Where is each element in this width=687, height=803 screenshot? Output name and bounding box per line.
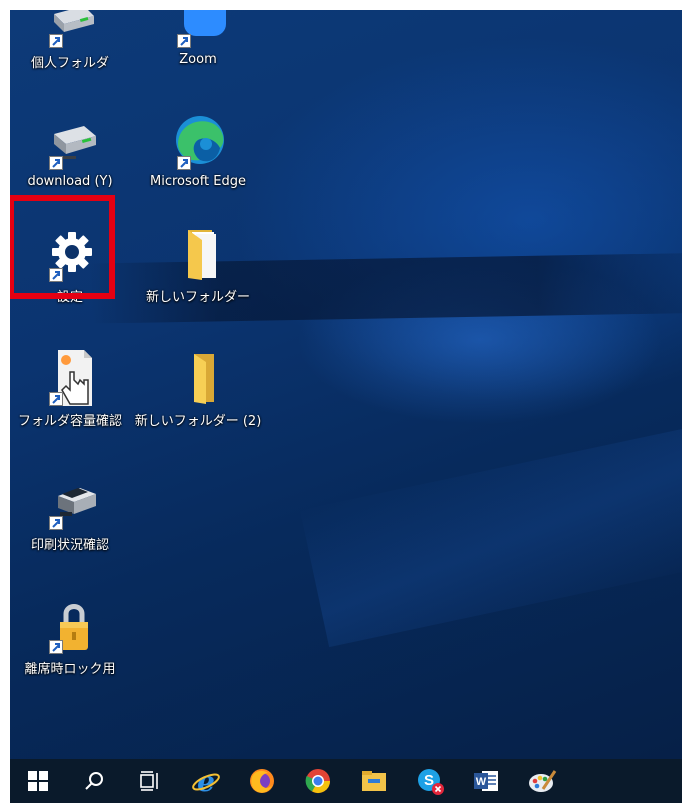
file-explorer-icon[interactable] <box>346 759 402 803</box>
drive-icon <box>40 10 100 48</box>
icon-label: download (Y) <box>27 174 113 189</box>
folder-icon <box>168 350 228 406</box>
highlight-box <box>10 195 115 299</box>
word-icon[interactable]: W <box>458 759 514 803</box>
desktop: 個人フォルダ Zoom download (Y) Microsoft Edge … <box>10 10 682 803</box>
shortcut-arrow-icon <box>49 516 63 530</box>
icon-label: 離席時ロック用 <box>24 662 116 677</box>
desktop-icon-lock[interactable]: 離席時ロック用 <box>14 594 126 694</box>
shortcut-arrow-icon <box>49 392 63 406</box>
desktop-icon-zoom[interactable]: Zoom <box>142 10 254 88</box>
icon-label: 新しいフォルダー <box>145 290 250 305</box>
task-view-icon[interactable] <box>122 759 178 803</box>
svg-text:W: W <box>476 776 487 788</box>
desktop-icon-print-status[interactable]: 印刷状況確認 <box>14 470 126 570</box>
icon-label: 新しいフォルダー (2) <box>134 414 262 429</box>
wallpaper-light-streak <box>300 422 682 648</box>
document-hand-icon <box>40 350 100 406</box>
shortcut-arrow-icon <box>49 640 63 654</box>
desktop-icon-folder-size-check[interactable]: フォルダ容量確認 <box>14 346 126 446</box>
icon-label: Zoom <box>179 52 217 67</box>
shortcut-arrow-icon <box>49 34 63 48</box>
desktop-icon-personal-folder[interactable]: 個人フォルダ <box>14 10 126 88</box>
taskbar: e S W <box>10 759 682 803</box>
search-icon[interactable] <box>66 759 122 803</box>
svg-text:e: e <box>197 766 215 796</box>
firefox-icon[interactable] <box>234 759 290 803</box>
desktop-icon-edge[interactable]: Microsoft Edge <box>142 110 254 210</box>
network-drive-icon <box>40 114 100 170</box>
svg-text:S: S <box>424 772 434 789</box>
windows-start-icon[interactable] <box>10 759 66 803</box>
icon-label: フォルダ容量確認 <box>17 414 122 429</box>
icon-label: 印刷状況確認 <box>30 538 109 553</box>
edge-icon <box>168 114 228 170</box>
lock-icon <box>40 598 100 654</box>
zoom-icon <box>168 10 228 48</box>
paint-icon[interactable] <box>514 759 570 803</box>
folder-icon <box>168 226 228 282</box>
icon-label: Microsoft Edge <box>149 174 246 189</box>
shortcut-arrow-icon <box>177 34 191 48</box>
printer-icon <box>40 474 100 530</box>
skype-icon[interactable]: S <box>402 759 458 803</box>
chrome-icon[interactable] <box>290 759 346 803</box>
shortcut-arrow-icon <box>177 156 191 170</box>
shortcut-arrow-icon <box>49 156 63 170</box>
internet-explorer-icon[interactable]: e <box>178 759 234 803</box>
icon-label: 個人フォルダ <box>30 56 109 71</box>
desktop-icon-new-folder[interactable]: 新しいフォルダー <box>142 222 254 322</box>
desktop-icon-new-folder-2[interactable]: 新しいフォルダー (2) <box>135 346 261 446</box>
